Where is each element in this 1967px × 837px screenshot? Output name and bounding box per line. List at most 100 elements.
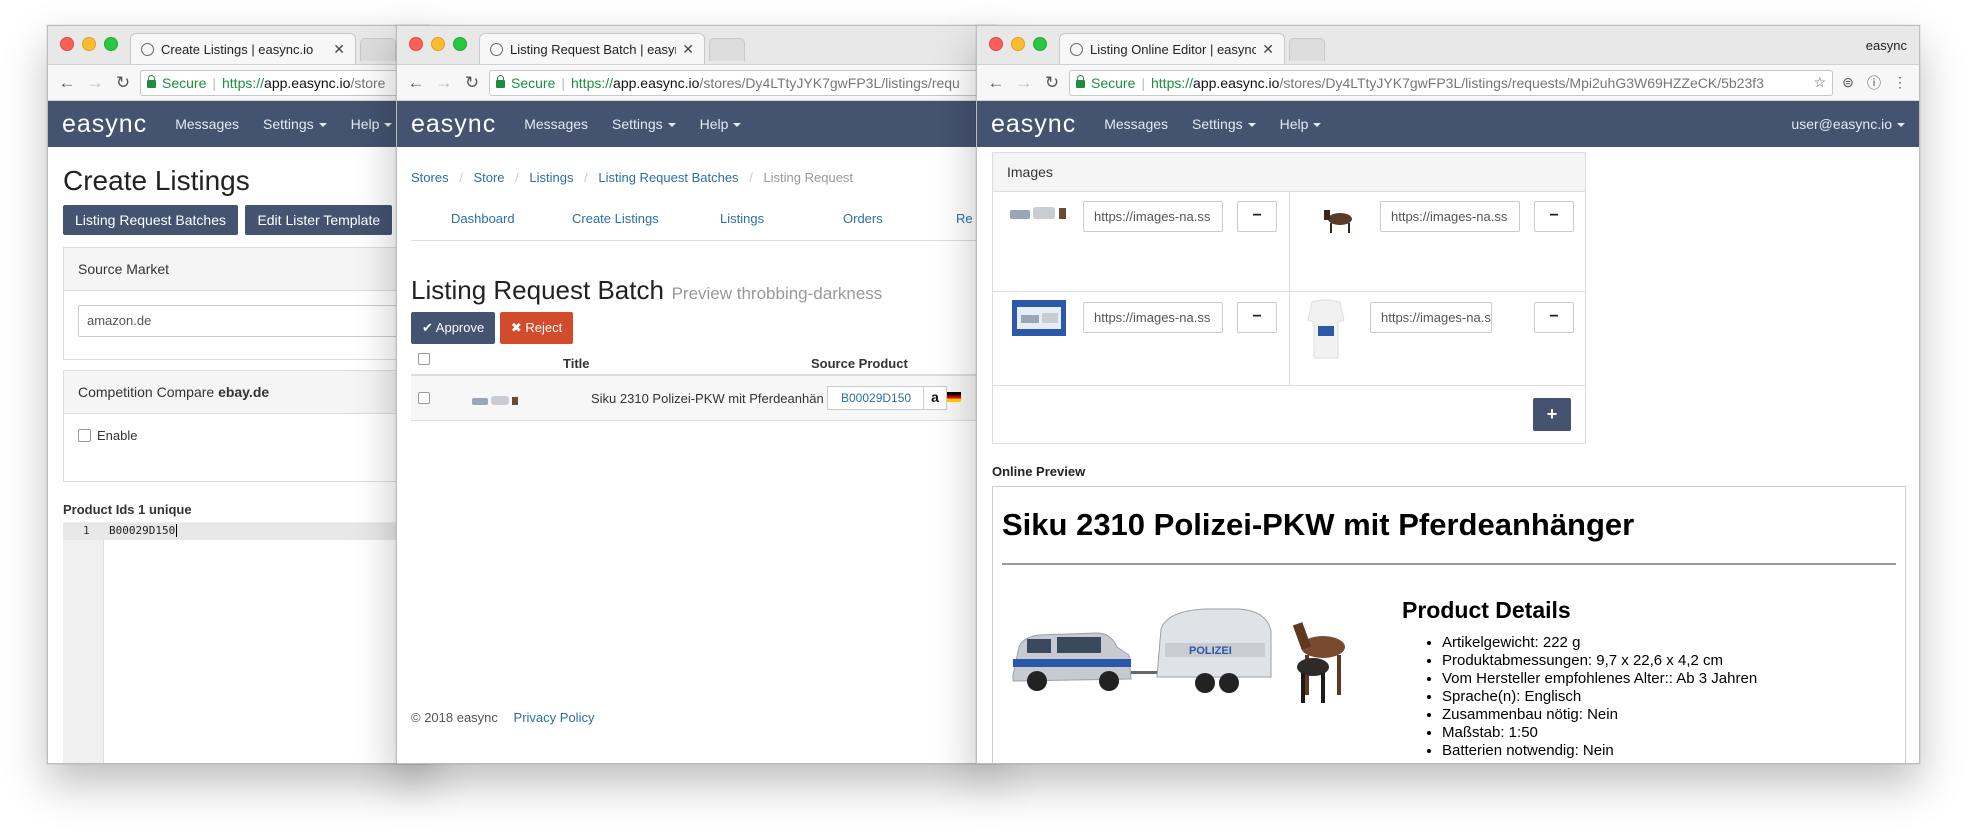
store-tabs: Dashboard Create Listings Listings Order… <box>411 209 981 241</box>
tab-reports[interactable]: Re <box>956 211 973 226</box>
trailer-wheel <box>1195 673 1215 693</box>
new-tab-button[interactable] <box>360 38 396 61</box>
remove-image-button[interactable]: − <box>1237 201 1277 232</box>
requests-table: Title Source Product Siku 2310 Polizei-P… <box>411 346 981 421</box>
page-content: Stores / Store / Listings / Listing Requ… <box>397 170 995 763</box>
globe-icon <box>490 42 503 56</box>
nav-help[interactable]: Help <box>700 116 742 132</box>
tab-close-icon[interactable]: ✕ <box>333 41 345 58</box>
image-url-input[interactable]: https://images-na.ssl- <box>1370 302 1492 333</box>
maximize-window-button[interactable] <box>104 37 118 51</box>
nav-help[interactable]: Help <box>1280 116 1322 132</box>
address-bar[interactable]: Secure | https://app.easync.io/stores/Dy… <box>1069 69 1833 96</box>
column-title: Title <box>563 356 590 371</box>
menu-icon[interactable]: ⋮ <box>1889 74 1911 91</box>
editor-gutter <box>63 523 104 763</box>
row-checkbox[interactable] <box>418 392 430 404</box>
new-tab-button[interactable] <box>1289 38 1325 61</box>
close-window-button[interactable] <box>989 37 1003 51</box>
nav-settings[interactable]: Settings <box>612 116 676 132</box>
close-window-button[interactable] <box>60 37 74 51</box>
forward-arrow-icon[interactable]: → <box>433 73 455 93</box>
back-arrow-icon[interactable]: ← <box>56 73 78 93</box>
page-title: Listing Request Batch <box>411 275 664 305</box>
reload-icon[interactable]: ↻ <box>112 73 134 93</box>
nav-help[interactable]: Help <box>351 116 393 132</box>
nav-settings[interactable]: Settings <box>263 116 327 132</box>
edit-lister-template-button[interactable]: Edit Lister Template <box>245 205 393 235</box>
user-menu[interactable]: user@easync.io <box>1791 116 1905 132</box>
divider: | <box>1141 74 1145 91</box>
brand-logo[interactable]: easync <box>411 110 496 139</box>
remove-image-button[interactable]: − <box>1534 201 1574 232</box>
forward-arrow-icon[interactable]: → <box>84 73 106 93</box>
enable-label: Enable <box>97 428 138 443</box>
browser-tab[interactable]: Listing Request Batch | easync ✕ <box>479 33 705 64</box>
back-arrow-icon[interactable]: ← <box>985 73 1007 93</box>
asin-link[interactable]: B00029D150 <box>827 386 926 410</box>
maximize-window-button[interactable] <box>453 37 467 51</box>
close-window-button[interactable] <box>409 37 423 51</box>
image-url-value: https://images-na.ss <box>1094 310 1211 325</box>
list-item: Sprache(n): Englisch <box>1442 688 1882 706</box>
tab-close-icon[interactable]: ✕ <box>1262 41 1274 58</box>
image-thumbnail <box>1307 299 1345 359</box>
new-tab-button[interactable] <box>709 38 745 61</box>
brand-logo[interactable]: easync <box>62 110 147 139</box>
minimize-window-button[interactable] <box>431 37 445 51</box>
address-bar[interactable]: Secure | https://app.easync.io/store <box>140 69 420 96</box>
image-url-input[interactable]: https://images-na.ss <box>1083 201 1223 232</box>
amazon-icon[interactable]: a <box>923 386 947 410</box>
source-market-input[interactable]: amazon.de <box>78 305 428 337</box>
listing-request-batches-button[interactable]: Listing Request Batches <box>63 205 238 235</box>
image-url-input[interactable]: https://images-na.ss <box>1083 302 1223 333</box>
enable-checkbox[interactable] <box>78 429 91 442</box>
competition-panel: Competition Compare ebay.de Enable <box>63 370 428 482</box>
address-bar[interactable]: Secure | https://app.easync.io/stores/Dy… <box>489 69 987 96</box>
caret-down-icon <box>667 123 676 128</box>
maximize-window-button[interactable] <box>1033 37 1047 51</box>
image-cell: https://images-na.ss − <box>993 191 1290 292</box>
info-icon[interactable]: ⓘ <box>1863 73 1885 93</box>
image-url-input[interactable]: https://images-na.ss <box>1380 201 1520 232</box>
tab-dashboard[interactable]: Dashboard <box>451 211 515 226</box>
forward-arrow-icon[interactable]: → <box>1013 73 1035 93</box>
minimize-window-button[interactable] <box>1011 37 1025 51</box>
reject-button[interactable]: ✖ Reject <box>499 312 574 344</box>
online-preview-frame[interactable]: Siku 2310 Polizei-PKW mit Pferdeanhänger… <box>992 486 1906 763</box>
brand-logo[interactable]: easync <box>991 110 1076 139</box>
minimize-window-button[interactable] <box>82 37 96 51</box>
nav-messages[interactable]: Messages <box>175 116 239 132</box>
breadcrumb-store[interactable]: Store <box>473 170 504 185</box>
tab-close-icon[interactable]: ✕ <box>682 41 694 58</box>
tab-orders[interactable]: Orders <box>843 211 883 226</box>
reload-icon[interactable]: ↻ <box>1041 73 1063 93</box>
extension-icon[interactable]: ⊜ <box>1837 74 1859 91</box>
remove-image-button[interactable]: − <box>1534 302 1574 333</box>
approve-button[interactable]: ✔ Approve <box>411 312 496 344</box>
secure-label: Secure <box>162 74 207 91</box>
bookmark-star-icon[interactable]: ☆ <box>1813 74 1826 91</box>
breadcrumb-batches[interactable]: Listing Request Batches <box>598 170 738 185</box>
nav-messages[interactable]: Messages <box>524 116 588 132</box>
back-arrow-icon[interactable]: ← <box>405 73 427 93</box>
breadcrumb-current: Listing Request <box>763 170 854 185</box>
browser-tab[interactable]: Create Listings | easync.io ✕ <box>130 33 356 64</box>
tab-create-listings[interactable]: Create Listings <box>572 211 659 226</box>
privacy-policy-link[interactable]: Privacy Policy <box>514 710 595 725</box>
nav-help-label: Help <box>1279 116 1309 132</box>
url-path: /store <box>350 74 386 91</box>
breadcrumb-stores[interactable]: Stores <box>411 170 449 185</box>
select-all-checkbox[interactable] <box>418 353 430 365</box>
breadcrumb-listings[interactable]: Listings <box>529 170 573 185</box>
table-row[interactable]: Siku 2310 Polizei-PKW mit Pferdeanhän B0… <box>411 376 981 421</box>
product-ids-editor[interactable]: 1 B00029D150 <box>63 522 413 763</box>
tab-listings[interactable]: Listings <box>720 211 764 226</box>
browser-tab[interactable]: Listing Online Editor | easync.i ✕ <box>1059 33 1285 64</box>
remove-image-button[interactable]: − <box>1237 302 1277 333</box>
nav-messages[interactable]: Messages <box>1104 116 1168 132</box>
reload-icon[interactable]: ↻ <box>461 73 483 93</box>
add-image-button[interactable]: + <box>1533 398 1571 431</box>
list-item: Artikelgewicht: 222 g <box>1442 634 1882 652</box>
nav-settings[interactable]: Settings <box>1192 116 1256 132</box>
